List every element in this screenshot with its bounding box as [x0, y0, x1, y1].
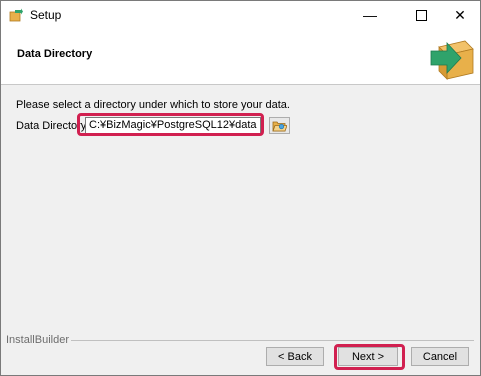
- title-bar: Setup — ✕: [1, 1, 480, 29]
- close-icon: ✕: [454, 6, 466, 23]
- data-directory-input[interactable]: C:¥BizMagic¥PostgreSQL12¥data: [85, 117, 261, 134]
- minimize-button[interactable]: —: [348, 1, 392, 29]
- next-button[interactable]: Next >: [338, 347, 398, 366]
- cancel-button[interactable]: Cancel: [411, 347, 469, 366]
- maximize-icon: [415, 9, 427, 21]
- setup-window: Setup — ✕ Data Directory Please select a…: [0, 0, 481, 376]
- setup-app-icon: [9, 8, 23, 22]
- folder-open-icon: [272, 121, 287, 131]
- back-button[interactable]: < Back: [266, 347, 324, 366]
- maximize-button[interactable]: [399, 1, 443, 29]
- instruction-text: Please select a directory under which to…: [16, 99, 290, 111]
- browse-folder-button[interactable]: [269, 117, 290, 134]
- data-directory-label: Data Directory: [16, 120, 87, 132]
- page-title: Data Directory: [17, 48, 93, 60]
- window-title: Setup: [30, 8, 62, 22]
- footer-divider: [71, 340, 474, 341]
- install-box-arrow-icon: [430, 40, 474, 80]
- minimize-icon: —: [363, 7, 377, 23]
- page-header: Data Directory: [1, 29, 480, 85]
- close-button[interactable]: ✕: [438, 1, 481, 29]
- installbuilder-brand: InstallBuilder: [6, 334, 69, 346]
